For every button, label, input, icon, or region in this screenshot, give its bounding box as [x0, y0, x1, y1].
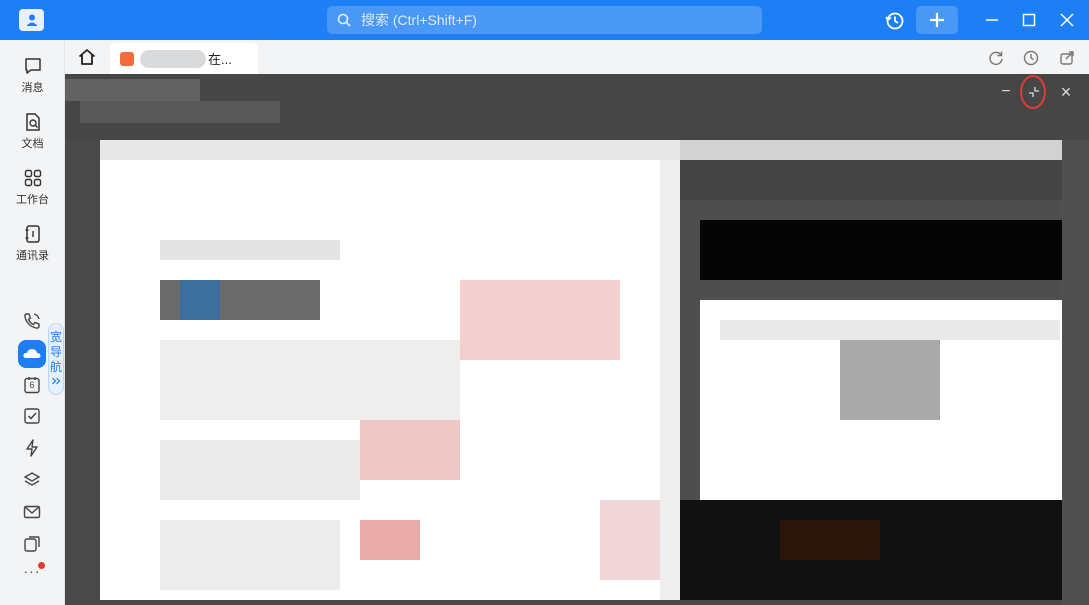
wide-nav-label: 宽导航 — [50, 330, 63, 374]
blurred-highlight-block — [460, 280, 620, 360]
sidebar-item-label: 通讯录 — [16, 250, 49, 262]
page-top-strip — [100, 140, 680, 160]
blurred-text-block — [160, 440, 360, 500]
viewer-close-button[interactable]: × — [1056, 82, 1076, 102]
user-avatar[interactable] — [19, 9, 44, 31]
notification-dot — [38, 562, 45, 569]
task-check-icon[interactable] — [22, 406, 42, 426]
layers-icon[interactable] — [22, 470, 42, 490]
close-icon — [1060, 13, 1074, 27]
sidebar-item-docs[interactable]: 文档 — [0, 112, 65, 151]
dark-block — [680, 500, 1062, 600]
blurred-image-block — [180, 280, 220, 320]
share-icon[interactable] — [1058, 49, 1076, 67]
blurred-text-block — [160, 520, 340, 590]
cloud-disk-icon — [23, 349, 41, 358]
sidebar-item-label: 文档 — [21, 138, 44, 150]
document-viewer: − × — [65, 74, 1089, 605]
search-placeholder: 搜索 (Ctrl+Shift+F) — [361, 12, 477, 28]
blurred-text-block — [720, 320, 1060, 340]
tab-label: 在... — [208, 52, 232, 67]
history-button[interactable] — [884, 10, 906, 32]
blurred-highlight-block — [360, 420, 460, 480]
minimize-icon — [986, 19, 998, 21]
sidebar-item-label: 工作台 — [16, 194, 49, 206]
window-minimize-button[interactable] — [982, 10, 1002, 30]
blurred-viewer-title — [65, 79, 200, 101]
cloud-disk-button[interactable] — [18, 340, 46, 368]
maximize-icon — [1022, 13, 1036, 27]
history-icon — [885, 12, 904, 30]
blurred-dark-block — [780, 520, 880, 560]
blurred-image-block — [840, 340, 940, 420]
refresh-icon[interactable] — [987, 49, 1005, 67]
top-bar: 搜索 (Ctrl+Shift+F) — [0, 0, 1089, 40]
phone-icon[interactable] — [22, 311, 42, 331]
tab-document[interactable]: 在... — [110, 43, 258, 74]
contacts-book-icon — [25, 225, 40, 243]
blurred-highlight-block — [360, 520, 420, 560]
window-maximize-button[interactable] — [1019, 10, 1039, 30]
docs-icon[interactable] — [22, 534, 42, 554]
chat-bubble-icon — [24, 58, 41, 74]
viewer-minimize-button[interactable]: − — [996, 82, 1016, 102]
plus-icon — [930, 13, 944, 27]
window-close-button[interactable] — [1057, 10, 1077, 30]
wide-nav-toggle[interactable]: 宽导航 — [48, 323, 64, 395]
white-content-area — [700, 300, 1062, 500]
chevron-right-double-icon — [52, 377, 61, 385]
sidebar-item-label: 消息 — [21, 82, 44, 94]
sidebar-item-workbench[interactable]: 工作台 — [0, 168, 65, 207]
home-icon[interactable] — [77, 47, 97, 67]
grid-apps-icon — [24, 169, 41, 187]
user-icon — [26, 14, 37, 26]
blurred-viewer-subtitle — [80, 101, 280, 123]
search-bar[interactable]: 搜索 (Ctrl+Shift+F) — [327, 6, 762, 34]
sidebar-item-messages[interactable]: 消息 — [0, 56, 65, 95]
dark-block — [700, 220, 1062, 280]
blurred-header-block — [680, 160, 1062, 200]
document-search-icon — [25, 113, 40, 131]
blurred-text-block — [160, 340, 460, 420]
search-icon — [337, 13, 355, 27]
page-scrollbar[interactable] — [660, 160, 680, 600]
blurred-tab-title — [140, 49, 206, 68]
document-page-right — [680, 160, 1062, 600]
document-tab-icon — [120, 51, 134, 66]
document-page-left — [100, 140, 680, 600]
sidebar-item-contacts[interactable]: 通讯录 — [0, 224, 65, 263]
viewer-header: − × — [65, 74, 1089, 140]
left-sidebar: 消息 文档 工作台 通讯录 6 ··· 宽导航 — [0, 40, 65, 605]
lightning-icon[interactable] — [22, 438, 42, 458]
blurred-text-block — [160, 240, 340, 260]
calendar-day: 6 — [29, 380, 35, 390]
add-button[interactable] — [916, 6, 958, 34]
tab-bar: 在... — [65, 40, 1089, 74]
viewer-right-edge — [1062, 140, 1089, 605]
mail-icon[interactable] — [22, 502, 42, 522]
calendar-button[interactable]: 6 — [22, 375, 42, 395]
highlight-circle — [1020, 75, 1046, 109]
history-icon[interactable] — [1022, 49, 1040, 67]
right-page-top — [680, 140, 1062, 160]
